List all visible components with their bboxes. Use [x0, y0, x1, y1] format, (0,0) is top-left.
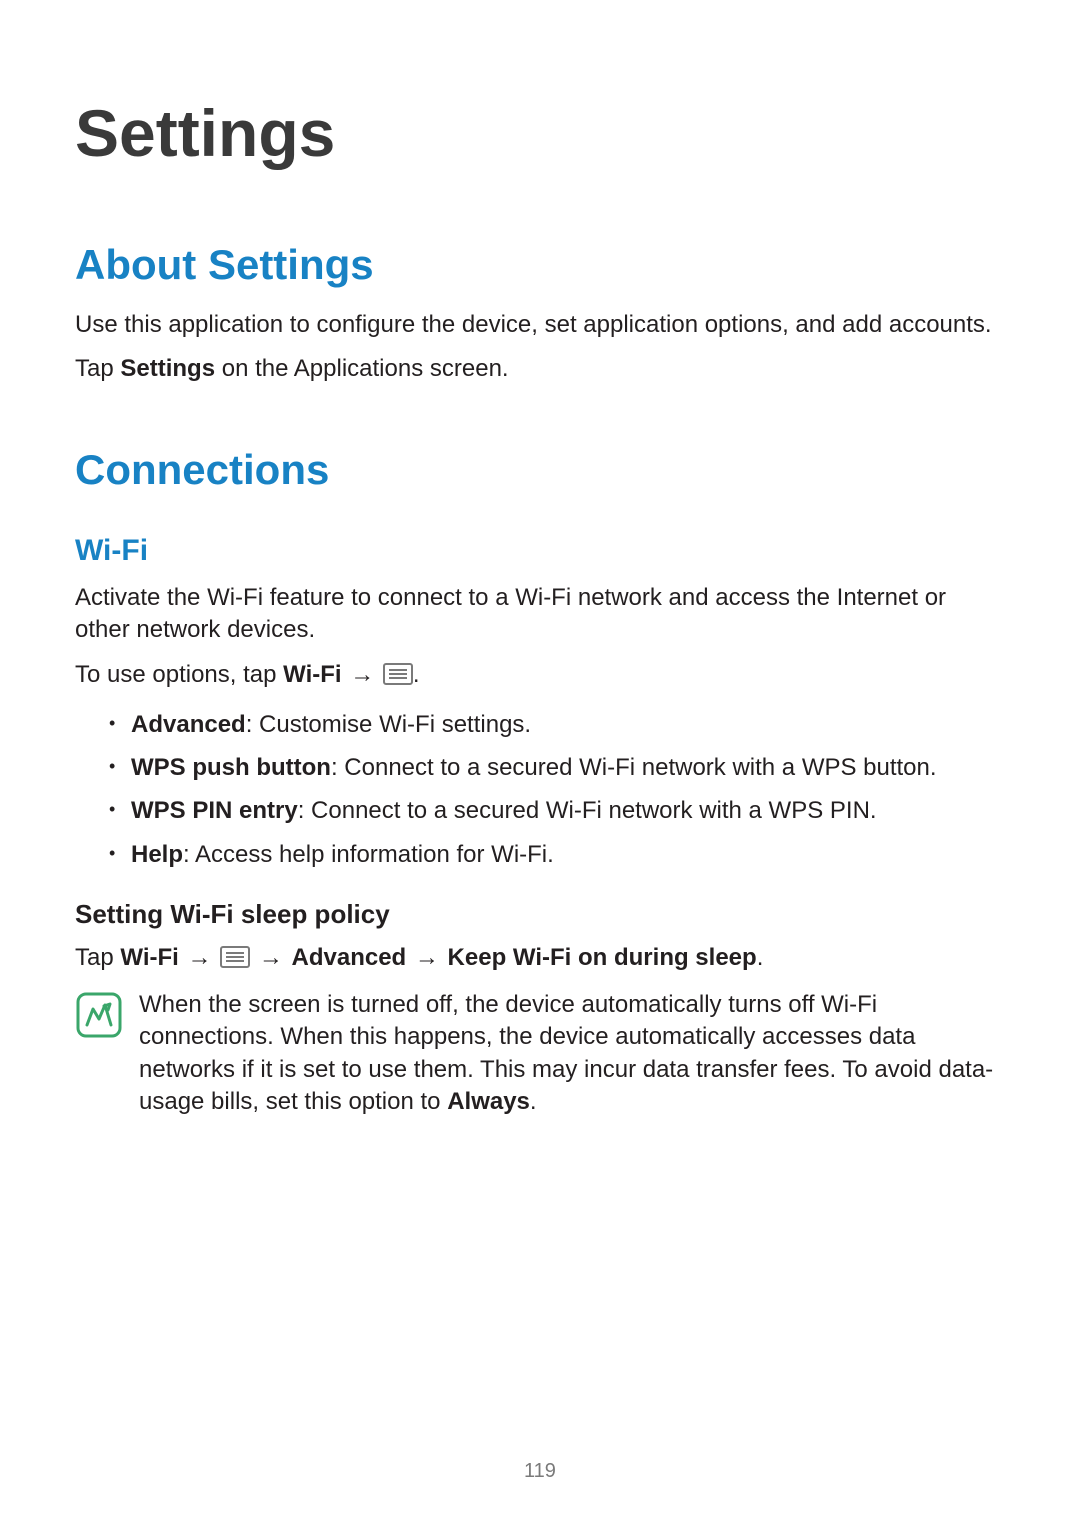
option-desc: : Access help information for Wi-Fi.	[183, 841, 554, 868]
wifi-options-list: Advanced: Customise Wi-Fi settings. WPS …	[75, 706, 1005, 873]
arrow-icon: →	[348, 659, 376, 691]
connections-heading: Connections	[75, 446, 1005, 494]
about-settings-para1: Use this application to configure the de…	[75, 309, 1005, 341]
arrow-icon: →	[185, 942, 213, 974]
text-fragment: on the Applications screen.	[215, 355, 509, 382]
text-fragment: .	[530, 1088, 537, 1115]
page-number: 119	[0, 1460, 1080, 1483]
about-settings-para2: Tap Settings on the Applications screen.	[75, 353, 1005, 385]
list-item: Help: Access help information for Wi-Fi.	[109, 836, 1005, 873]
settings-bold-label: Settings	[120, 355, 215, 382]
path-step: Keep Wi-Fi on during sleep	[448, 944, 757, 971]
wifi-para1: Activate the Wi-Fi feature to connect to…	[75, 582, 1005, 647]
wifi-sleep-heading: Setting Wi-Fi sleep policy	[75, 899, 1005, 930]
document-page: Settings About Settings Use this applica…	[0, 0, 1080, 1527]
wifi-bold-label: Wi-Fi	[283, 661, 341, 688]
option-label: WPS PIN entry	[131, 797, 298, 824]
text-fragment: .	[757, 944, 764, 971]
page-title: Settings	[75, 95, 1005, 171]
option-label: Help	[131, 841, 183, 868]
menu-icon	[383, 662, 413, 694]
option-label: WPS push button	[131, 754, 331, 781]
wifi-heading: Wi-Fi	[75, 534, 1005, 568]
note-icon	[75, 991, 123, 1039]
text-fragment: .	[413, 661, 420, 688]
option-desc: : Connect to a secured Wi-Fi network wit…	[331, 754, 937, 781]
wifi-para2: To use options, tap Wi-Fi → .	[75, 659, 1005, 694]
arrow-icon: →	[413, 942, 441, 974]
path-step: Wi-Fi	[120, 944, 178, 971]
arrow-icon: →	[257, 942, 285, 974]
list-item: WPS PIN entry: Connect to a secured Wi-F…	[109, 792, 1005, 829]
option-desc: : Connect to a secured Wi-Fi network wit…	[298, 797, 877, 824]
note-block: When the screen is turned off, the devic…	[75, 989, 1005, 1119]
text-fragment: Tap	[75, 944, 120, 971]
text-fragment: When the screen is turned off, the devic…	[139, 991, 993, 1115]
text-fragment: Tap	[75, 355, 120, 382]
option-label: Advanced	[131, 711, 246, 738]
about-settings-heading: About Settings	[75, 241, 1005, 289]
option-desc: : Customise Wi-Fi settings.	[246, 711, 531, 738]
text-fragment: To use options, tap	[75, 661, 283, 688]
note-text: When the screen is turned off, the devic…	[139, 989, 1005, 1119]
list-item: Advanced: Customise Wi-Fi settings.	[109, 706, 1005, 743]
wifi-sleep-path: Tap Wi-Fi → → Advanced → Keep Wi-Fi on d…	[75, 942, 1005, 977]
path-step: Advanced	[292, 944, 407, 971]
menu-icon	[220, 945, 250, 977]
list-item: WPS push button: Connect to a secured Wi…	[109, 749, 1005, 786]
always-bold-label: Always	[447, 1088, 530, 1115]
